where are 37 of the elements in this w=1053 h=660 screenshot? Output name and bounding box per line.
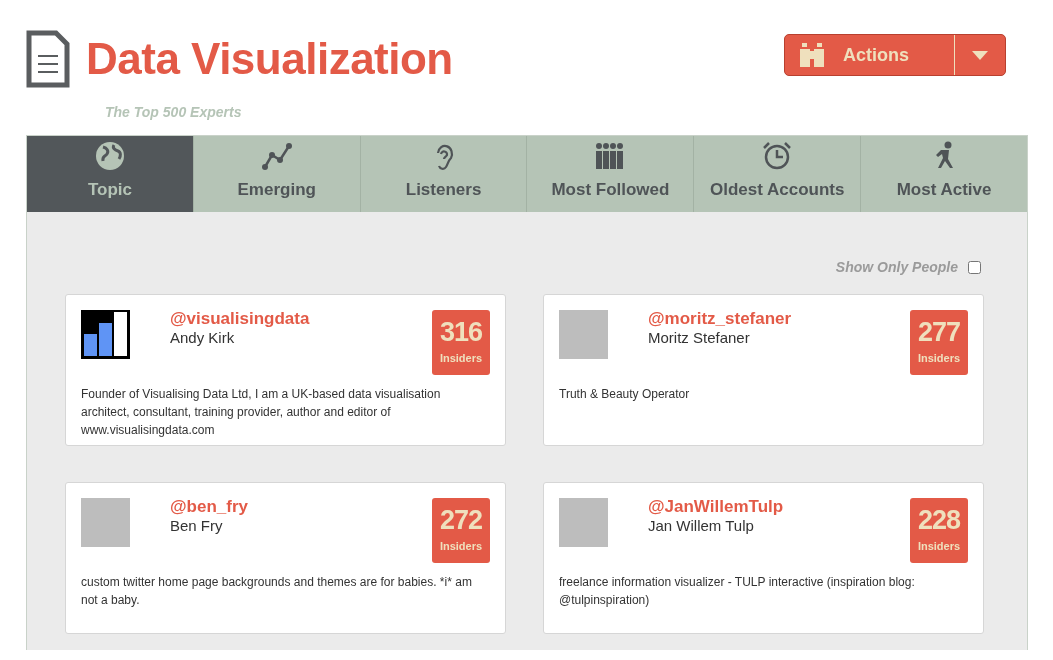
page-subtitle: The Top 500 Experts — [105, 103, 243, 122]
expert-bio: Truth & Beauty Operator — [559, 386, 691, 403]
insiders-count-badge: 272 Insiders — [432, 498, 490, 563]
alarm-clock-icon — [762, 140, 793, 171]
photo-placeholder — [559, 310, 608, 359]
tab[interactable]: Most Followed — [527, 136, 695, 212]
line-chart-icon — [261, 140, 292, 171]
expert-bio: freelance information visualizer - TULP interactive (inspiration blog: @tulpinspiration) — [559, 574, 916, 609]
expert-name: Moritz Stefaner — [648, 328, 751, 347]
document-icon — [26, 30, 70, 88]
caret-icon — [972, 50, 988, 60]
tab[interactable]: Most Active — [861, 136, 1027, 212]
photo-placeholder — [559, 498, 608, 547]
insiders-count-badge: 228 Insiders — [910, 498, 968, 563]
filter-label: Show Only People — [835, 258, 958, 277]
expert-handle[interactable]: @JanWillemTulp — [648, 498, 894, 517]
expert-name: Ben Fry — [170, 516, 224, 535]
actions-button[interactable]: Actions — [785, 35, 955, 75]
insiders-count-badge: 277 Insiders — [910, 310, 968, 375]
binoculars-icon — [799, 43, 825, 67]
tab[interactable]: Emerging — [193, 136, 361, 212]
insiders-count-badge: 316 Insiders — [432, 310, 490, 375]
expert-handle[interactable]: @ben_fry — [170, 498, 416, 517]
expert-handle[interactable]: @visualisingdata — [170, 310, 416, 329]
show-only-people-checkbox[interactable] — [968, 261, 981, 274]
expert-name: Andy Kirk — [170, 328, 236, 347]
expert-bio: custom twitter home page backgrounds and themes are for babies. *i* am not a baby. — [81, 574, 473, 609]
photo-placeholder — [81, 498, 130, 547]
page-title: Data Visualization — [86, 37, 453, 81]
tab[interactable]: Oldest Accounts — [694, 136, 862, 212]
expert-handle[interactable]: @moritz_stefaner — [648, 310, 894, 329]
tab[interactable]: Listeners — [360, 136, 528, 212]
bar-chart-logo-icon — [81, 310, 130, 359]
crowd-icon — [595, 140, 626, 171]
tab[interactable]: Topic — [27, 136, 194, 212]
expert-bio: Founder of Visualising Data Ltd, I am a UK-based data visualisation architect, consultant, training provider, author and editor of www.visualisingdata.com — [81, 386, 442, 439]
expert-name: Jan Willem Tulp — [648, 516, 755, 535]
